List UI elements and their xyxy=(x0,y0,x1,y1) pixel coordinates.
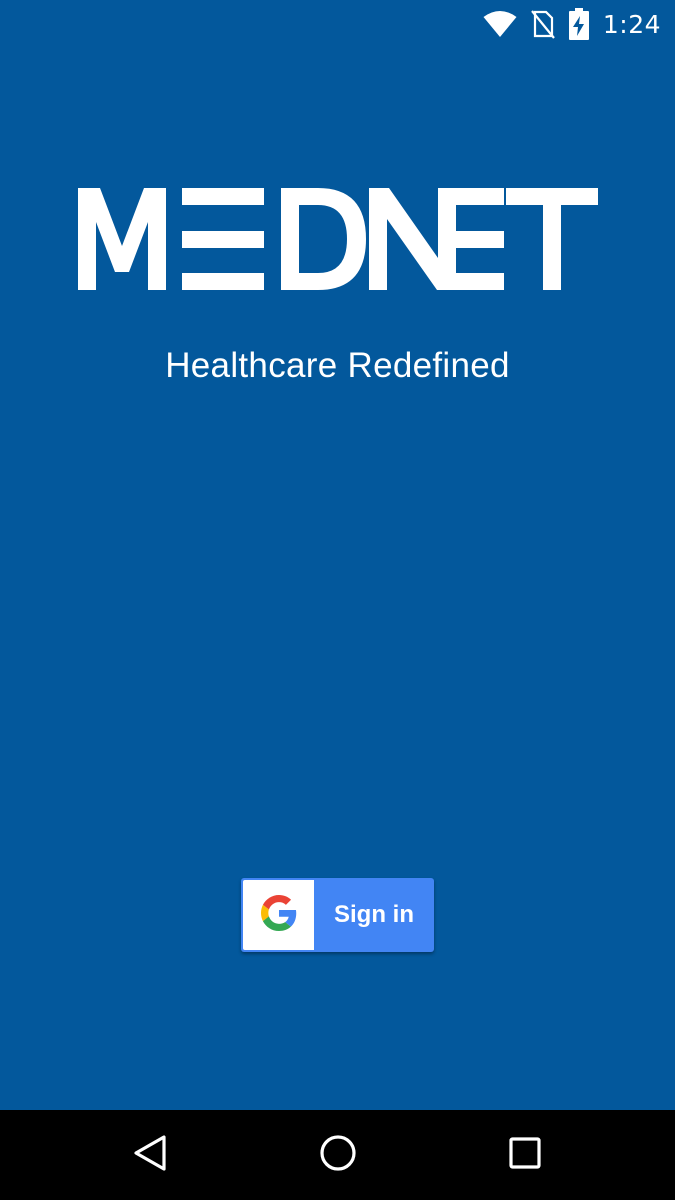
google-sign-in-button[interactable]: Sign in xyxy=(241,878,434,952)
back-icon xyxy=(133,1134,167,1177)
mednet-logo xyxy=(78,188,598,290)
navigation-bar xyxy=(0,1110,675,1200)
tagline: Healthcare Redefined xyxy=(165,346,510,385)
home-icon xyxy=(319,1134,357,1177)
google-g-icon xyxy=(260,894,297,936)
wifi-icon xyxy=(483,10,517,38)
splash-screen: 1:24 Healthcare Redefined Sign in xyxy=(0,0,675,1110)
clock: 1:24 xyxy=(602,9,661,39)
recents-button[interactable] xyxy=(495,1130,555,1180)
sign-in-label: Sign in xyxy=(334,901,414,928)
home-button[interactable] xyxy=(308,1130,368,1180)
back-button[interactable] xyxy=(120,1130,180,1180)
recents-icon xyxy=(508,1136,542,1175)
google-logo-box xyxy=(243,880,314,950)
no-sim-icon xyxy=(531,9,555,39)
battery-charging-icon xyxy=(568,8,589,40)
status-icons: 1:24 xyxy=(483,6,661,42)
status-bar: 1:24 xyxy=(0,0,675,48)
